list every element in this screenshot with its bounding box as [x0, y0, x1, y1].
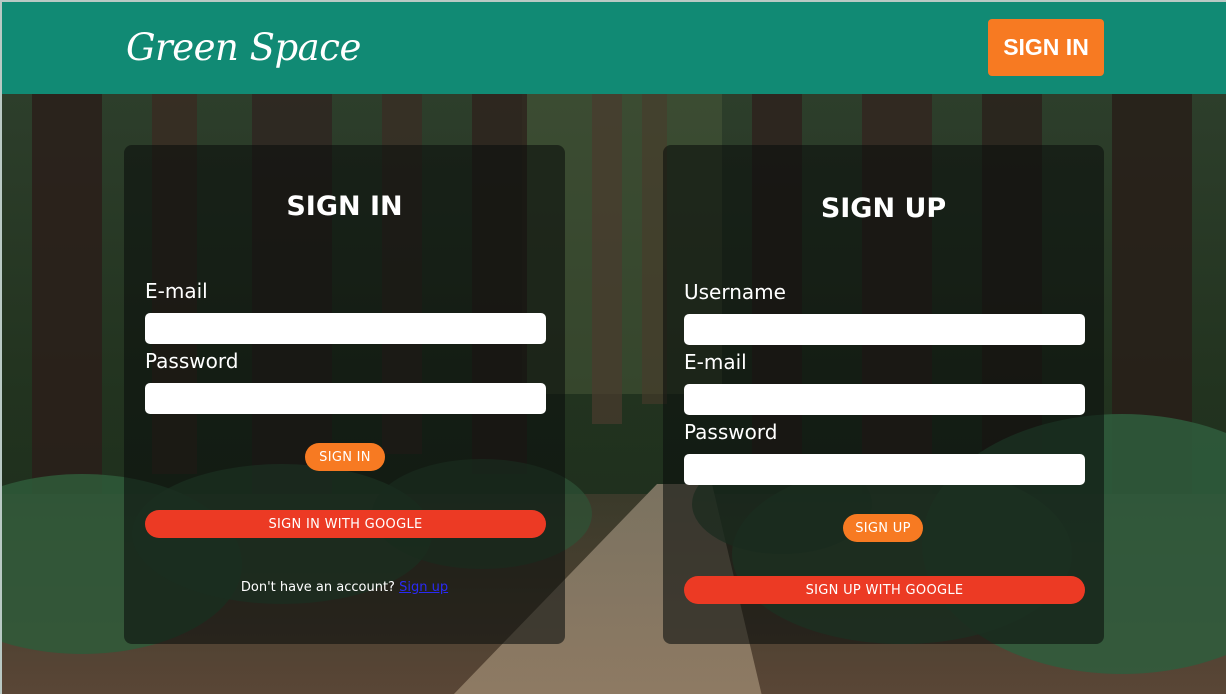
sign-up-title: SIGN UP	[820, 193, 947, 224]
sign-in-email-input[interactable]	[145, 313, 546, 344]
sign-up-password-label: Password	[684, 420, 778, 444]
sign-in-submit-button[interactable]: SIGN IN	[305, 443, 385, 471]
sign-up-submit-button[interactable]: SIGN UP	[843, 514, 923, 542]
sign-up-email-label: E-mail	[684, 350, 747, 374]
sign-in-password-input[interactable]	[145, 383, 546, 414]
sign-in-card: SIGN IN E-mail Password SIGN IN SIGN IN …	[124, 145, 565, 644]
sign-in-email-label: E-mail	[145, 279, 208, 303]
logo[interactable]: Green Space	[126, 26, 361, 69]
top-header: Green Space SIGN IN	[2, 2, 1226, 94]
header-sign-in-button[interactable]: SIGN IN	[988, 19, 1104, 76]
sign-in-with-google-button[interactable]: SIGN IN WITH GOOGLE	[145, 510, 546, 538]
sign-up-card: SIGN UP Username E-mail Password SIGN UP…	[663, 145, 1104, 644]
sign-up-password-input[interactable]	[684, 454, 1085, 485]
sign-up-username-input[interactable]	[684, 314, 1085, 345]
sign-up-email-input[interactable]	[684, 384, 1085, 415]
sign-in-password-label: Password	[145, 349, 239, 373]
sign-in-title: SIGN IN	[286, 191, 403, 222]
sign-up-prompt-text: Don't have an account?	[240, 580, 395, 595]
sign-up-with-google-button[interactable]: SIGN UP WITH GOOGLE	[684, 576, 1085, 604]
sign-up-prompt: Don't have an account? Sign up	[124, 580, 565, 595]
sign-up-username-label: Username	[684, 280, 786, 304]
sign-up-link[interactable]: Sign up	[399, 580, 448, 595]
